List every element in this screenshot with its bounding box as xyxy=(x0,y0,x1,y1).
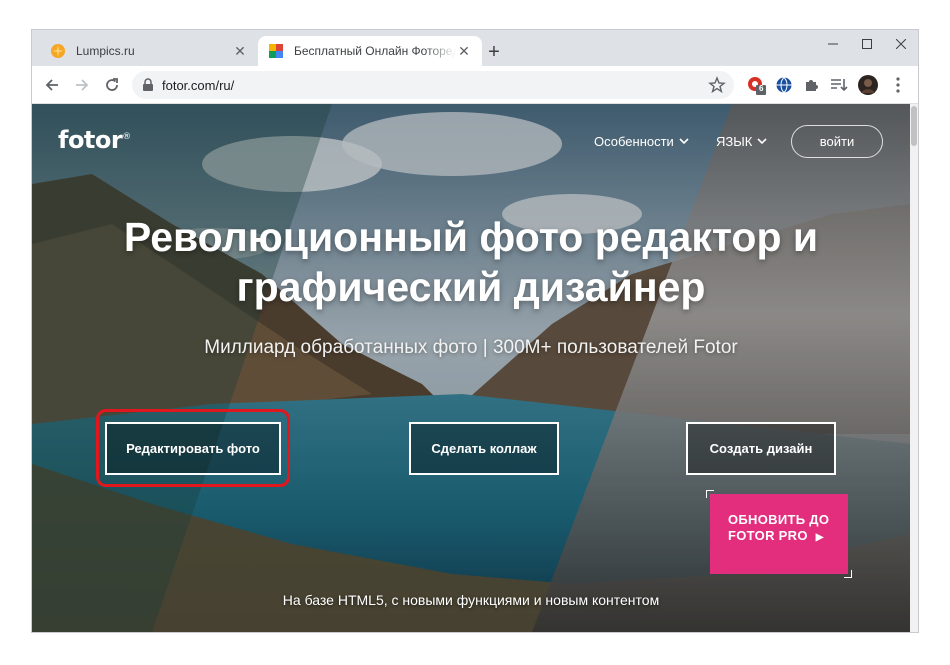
lock-icon xyxy=(143,78,153,91)
browser-toolbar: fotor.com/ru/ 6 xyxy=(32,66,918,104)
forward-icon[interactable] xyxy=(68,71,96,99)
tab-title: Бесплатный Онлайн Фоторедактор xyxy=(294,44,456,58)
tab-fotor[interactable]: Бесплатный Онлайн Фоторедактор ✕ xyxy=(258,36,482,66)
url-text: fotor.com/ru/ xyxy=(162,78,235,93)
hero-title: Революционный фото редактор и графически… xyxy=(32,212,910,312)
close-window-icon[interactable] xyxy=(878,30,918,58)
close-tab-icon[interactable]: ✕ xyxy=(232,43,248,59)
reading-list-icon[interactable] xyxy=(829,75,849,95)
create-design-button[interactable]: Создать дизайн xyxy=(686,422,836,475)
tab-title: Lumpics.ru xyxy=(76,44,135,58)
lumpics-favicon-icon xyxy=(51,44,65,58)
fotor-favicon-icon xyxy=(269,44,283,58)
tab-strip: Lumpics.ru ✕ Бесплатный Онлайн Фоторедак… xyxy=(32,30,918,66)
login-button[interactable]: войти xyxy=(791,125,883,158)
nav-language-label: ЯЗЫК xyxy=(716,134,753,149)
back-icon[interactable] xyxy=(38,71,66,99)
fotor-logo[interactable]: fotor® xyxy=(58,126,131,154)
fotor-page: fotor® Особенности ЯЗЫК войти Революцион… xyxy=(32,104,910,632)
globe-extension-icon[interactable] xyxy=(774,75,794,95)
tab-lumpics[interactable]: Lumpics.ru ✕ xyxy=(40,36,258,66)
pro-badge-line-2: FOTOR PRO xyxy=(728,528,808,543)
bookmark-star-icon[interactable] xyxy=(708,76,726,94)
upgrade-pro-badge[interactable]: ОБНОВИТЬ ДО FOTOR PRO ▶ xyxy=(710,494,848,574)
pro-badge-line-1: ОБНОВИТЬ ДО xyxy=(728,512,830,527)
scrollbar-thumb[interactable] xyxy=(911,106,917,146)
chevron-down-icon xyxy=(679,138,689,145)
hero-subtitle: Миллиард обработанных фото | 300M+ польз… xyxy=(204,337,738,358)
hero-title-line-2: графический дизайнер xyxy=(236,264,706,310)
nav-features[interactable]: Особенности xyxy=(594,134,689,149)
play-arrow-icon: ▶ xyxy=(815,532,824,543)
page-scrollbar[interactable] xyxy=(910,104,918,632)
make-collage-button[interactable]: Сделать коллаж xyxy=(409,422,559,475)
hero-title-line-1: Революционный фото редактор и xyxy=(123,214,819,260)
browser-window: Lumpics.ru ✕ Бесплатный Онлайн Фоторедак… xyxy=(32,30,918,632)
nav-language[interactable]: ЯЗЫК xyxy=(716,134,767,149)
logo-registered-mark: ® xyxy=(122,132,131,142)
nav-features-label: Особенности xyxy=(594,134,674,149)
puzzle-extensions-icon[interactable] xyxy=(802,75,822,95)
badge-corner-decoration xyxy=(844,570,852,578)
close-tab-icon[interactable]: ✕ xyxy=(456,43,472,59)
edit-photo-button[interactable]: Редактировать фото xyxy=(105,422,281,475)
avatar[interactable] xyxy=(858,75,878,95)
new-tab-button[interactable]: + xyxy=(482,40,506,64)
extension-badge-icon[interactable]: 6 xyxy=(746,75,766,95)
reload-icon[interactable] xyxy=(98,71,126,99)
logo-text: fotor xyxy=(58,126,123,154)
badge-corner-decoration xyxy=(706,490,714,498)
address-bar[interactable]: fotor.com/ru/ xyxy=(132,71,734,99)
chevron-down-icon xyxy=(757,138,767,145)
extension-badge-count: 6 xyxy=(759,84,764,93)
menu-kebab-icon[interactable] xyxy=(888,75,908,95)
footer-note: На базе HTML5, с новыми функциями и новы… xyxy=(282,592,660,608)
